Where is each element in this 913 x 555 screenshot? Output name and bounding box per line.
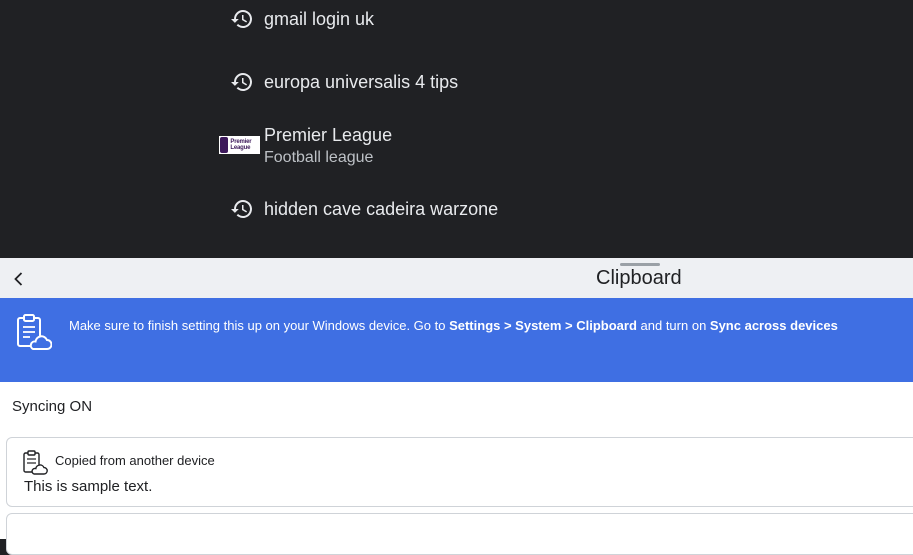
settings-path: Settings > System > Clipboard — [449, 318, 637, 333]
suggestion-item-premier-league[interactable]: Premier League Premier League Football l… — [219, 125, 392, 169]
entry-content: This is sample text. — [24, 478, 153, 495]
sync-setting-name: Sync across devices — [709, 318, 838, 333]
clipboard-header — [0, 258, 913, 298]
entry-source: Copied from another device — [55, 453, 215, 468]
sync-status: Syncing ON — [12, 398, 93, 415]
drag-handle[interactable] — [620, 263, 660, 266]
chevron-left-icon[interactable] — [10, 270, 28, 288]
suggestion-text: gmail login uk — [264, 8, 375, 29]
suggestion-item[interactable]: gmail login uk — [228, 5, 374, 33]
clipboard-entry[interactable] — [6, 513, 913, 555]
history-icon — [228, 195, 256, 223]
suggestion-subtitle: Football league — [264, 149, 374, 166]
clipboard-cloud-icon — [22, 450, 48, 476]
premier-league-logo: Premier League — [219, 136, 260, 154]
setup-instructions: Make sure to finish setting this up on y… — [69, 318, 838, 333]
setup-banner — [0, 298, 913, 382]
clipboard-cloud-icon — [16, 314, 53, 352]
suggestion-item[interactable]: hidden cave cadeira warzone — [228, 195, 498, 223]
suggestion-text: europa universalis 4 tips — [264, 71, 459, 92]
history-icon — [228, 5, 256, 33]
page-title: Clipboard — [596, 267, 682, 289]
suggestion-text: hidden cave cadeira warzone — [264, 198, 499, 219]
suggestion-item[interactable]: europa universalis 4 tips — [228, 68, 458, 96]
search-suggestions: gmail login uk europa universalis 4 tips… — [0, 0, 913, 258]
clipboard-entry[interactable] — [6, 437, 913, 507]
history-icon — [228, 68, 256, 96]
suggestion-title: Premier League — [264, 125, 393, 145]
